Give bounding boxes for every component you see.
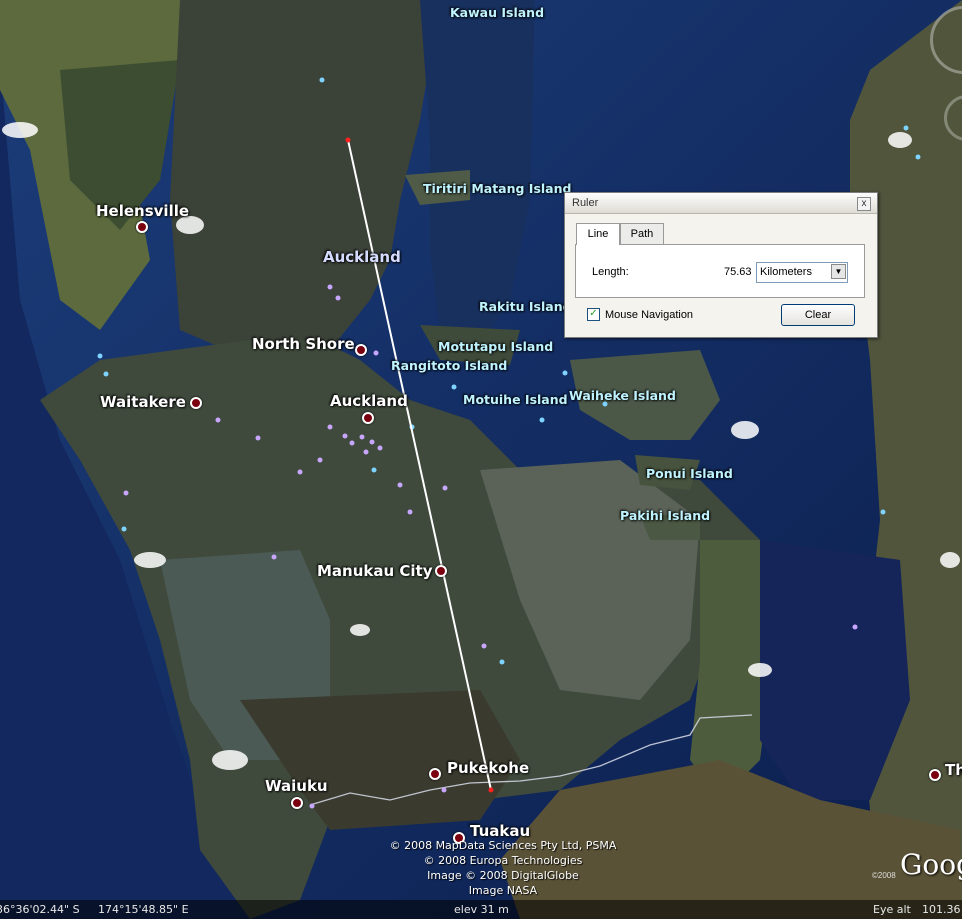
placemark-helensville[interactable] [136,221,148,233]
longitude-readout: 174°15'48.85" E [98,903,189,916]
status-bar: 36°36'02.44" S 174°15'48.85" E elev 31 m… [0,900,962,919]
placemark-north-shore[interactable] [355,344,367,356]
label-motuihe-island[interactable]: Motuihe Island [463,392,568,407]
google-logo: Goog [900,848,962,881]
ruler-dialog: Ruler x Line Path Length: 75.63 Kilomete… [564,192,878,338]
label-auckland-city[interactable]: Auckland [330,392,408,410]
credit-line: © 2008 Europa Technologies [423,854,583,867]
placemark-auckland[interactable] [362,412,374,424]
unit-select[interactable]: Kilometers ▼ [756,262,848,283]
latitude-readout: 36°36'02.44" S [0,903,80,916]
placemark-waiuku[interactable] [291,797,303,809]
ruler-title: Ruler [572,197,599,209]
label-pukekohe[interactable]: Pukekohe [447,759,529,777]
logo-year: ©2008 [872,871,896,880]
label-th[interactable]: Th [945,761,962,779]
placemark-manukau-city[interactable] [435,565,447,577]
credit-line: Image NASA [468,884,538,897]
clear-button[interactable]: Clear [781,304,855,326]
chevron-down-icon[interactable]: ▼ [831,264,846,279]
label-rangitoto-island[interactable]: Rangitoto Island [391,358,507,373]
credit-line: Image © 2008 DigitalGlobe [427,869,579,882]
label-helensville[interactable]: Helensville [96,202,189,220]
mouse-navigation-checkbox[interactable]: ✓ [587,308,600,321]
label-pakihi-island[interactable]: Pakihi Island [620,508,710,523]
label-kawau-island[interactable]: Kawau Island [450,5,544,20]
label-motutapu-island[interactable]: Motutapu Island [438,339,553,354]
imagery-credits: © 2008 MapData Sciences Pty Ltd, PSMA © … [383,838,623,898]
elevation-readout: elev 31 m [454,903,509,916]
unit-select-value: Kilometers [760,266,812,278]
label-ponui-island[interactable]: Ponui Island [646,466,733,481]
label-rakitu-island[interactable]: Rakitu Island [479,299,572,314]
label-auckland-region[interactable]: Auckland [323,248,401,266]
placemark-th[interactable] [929,769,941,781]
ruler-titlebar[interactable]: Ruler x [565,193,877,214]
eye-alt-value: 101.36 [922,903,961,916]
label-waiuku[interactable]: Waiuku [265,777,328,795]
tab-path[interactable]: Path [620,223,664,244]
tab-line[interactable]: Line [576,223,620,245]
ruler-line-panel: Length: 75.63 Kilometers ▼ [575,244,865,298]
close-icon[interactable]: x [857,197,871,211]
mouse-navigation-label[interactable]: Mouse Navigation [605,309,693,321]
label-north-shore[interactable]: North Shore [252,335,355,353]
satellite-map[interactable]: Kawau Island Tiritiri Matang Island Hele… [0,0,962,919]
placemark-waitakere[interactable] [190,397,202,409]
map-imagery [0,0,962,919]
length-value: 75.63 [724,266,752,278]
label-manukau-city[interactable]: Manukau City [317,562,433,580]
label-waitakere[interactable]: Waitakere [100,393,186,411]
credit-line: © 2008 MapData Sciences Pty Ltd, PSMA [389,839,617,852]
label-tiritiri-matang-island[interactable]: Tiritiri Matang Island [423,181,571,196]
eye-alt-label: Eye alt [873,903,911,916]
placemark-pukekohe[interactable] [429,768,441,780]
length-label: Length: [592,266,629,278]
label-waiheke-island[interactable]: Waiheke Island [569,388,676,403]
